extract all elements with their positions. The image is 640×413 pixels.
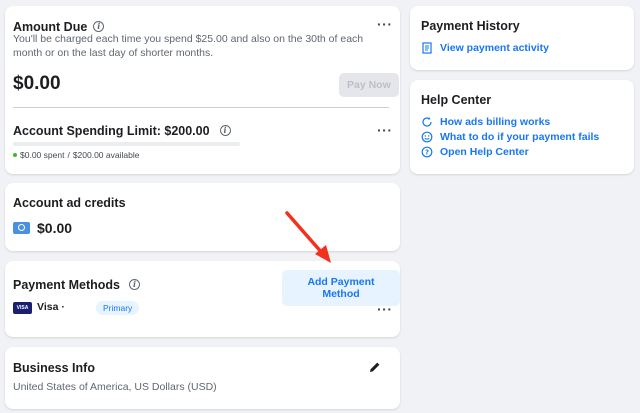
receipt-icon	[421, 42, 433, 54]
payment-methods-header: Payment Methods i	[13, 276, 140, 294]
spending-summary: $0.00 spent / $200.00 available	[13, 150, 139, 160]
view-payment-activity-link[interactable]: View payment activity	[421, 42, 549, 54]
help-center-title: Help Center	[421, 93, 492, 107]
more-options-icon[interactable]: ···	[377, 302, 393, 316]
more-options-icon[interactable]: ···	[377, 123, 393, 137]
spending-progress-bar	[13, 142, 240, 146]
spent-text: $0.00 spent	[20, 150, 65, 160]
help-link-payment-fails[interactable]: What to do if your payment fails	[421, 131, 599, 143]
amount-due-value: $0.00	[13, 73, 61, 94]
info-icon[interactable]: i	[93, 21, 105, 33]
amount-due-card: Amount Due i ··· You'll be charged each t…	[5, 6, 400, 174]
payment-history-card: Payment History View payment activity	[410, 6, 634, 70]
visa-card-icon: VISA	[13, 302, 32, 314]
credits-row: $0.00	[13, 220, 72, 236]
available-text: $200.00 available	[72, 150, 140, 160]
status-dot	[13, 153, 17, 157]
payment-method-row[interactable]: VISA Visa · Primary ···	[13, 301, 392, 316]
business-info-card: Business Info United States of America, …	[5, 347, 400, 409]
business-info-value: United States of America, US Dollars (US…	[13, 381, 217, 393]
business-info-title: Business Info	[13, 361, 95, 375]
info-icon[interactable]: i	[128, 279, 140, 291]
payment-history-title: Payment History	[421, 19, 520, 33]
help-center-card: Help Center How ads billing works What t…	[410, 80, 634, 174]
credit-card-icon	[13, 222, 30, 234]
support-icon	[421, 131, 433, 143]
more-options-icon[interactable]: ···	[377, 17, 393, 31]
help-link-billing[interactable]: How ads billing works	[421, 116, 550, 128]
pay-now-button[interactable]: Pay Now	[339, 73, 399, 97]
svg-text:?: ?	[425, 149, 429, 157]
ad-credits-card: Account ad credits $0.00	[5, 183, 400, 251]
spending-limit-title: Account Spending Limit: $200.00	[13, 124, 210, 138]
info-icon[interactable]: i	[219, 125, 231, 137]
help-link-open-help-center[interactable]: ? Open Help Center	[421, 146, 529, 158]
payment-methods-card: Payment Methods i Add Payment Method VISA…	[5, 261, 400, 337]
question-icon: ?	[421, 146, 433, 158]
spending-limit-header: Account Spending Limit: $200.00 i	[13, 122, 231, 140]
amount-due-description: You'll be charged each time you spend $2…	[13, 33, 364, 59]
divider	[13, 107, 389, 108]
edit-pencil-icon[interactable]	[369, 360, 381, 372]
payment-method-label: Visa ·	[37, 301, 65, 313]
primary-badge: Primary	[96, 301, 140, 315]
ad-credits-title: Account ad credits	[13, 196, 126, 210]
refresh-icon	[421, 116, 433, 128]
ad-credits-value: $0.00	[37, 220, 73, 236]
payment-methods-title: Payment Methods	[13, 278, 120, 292]
